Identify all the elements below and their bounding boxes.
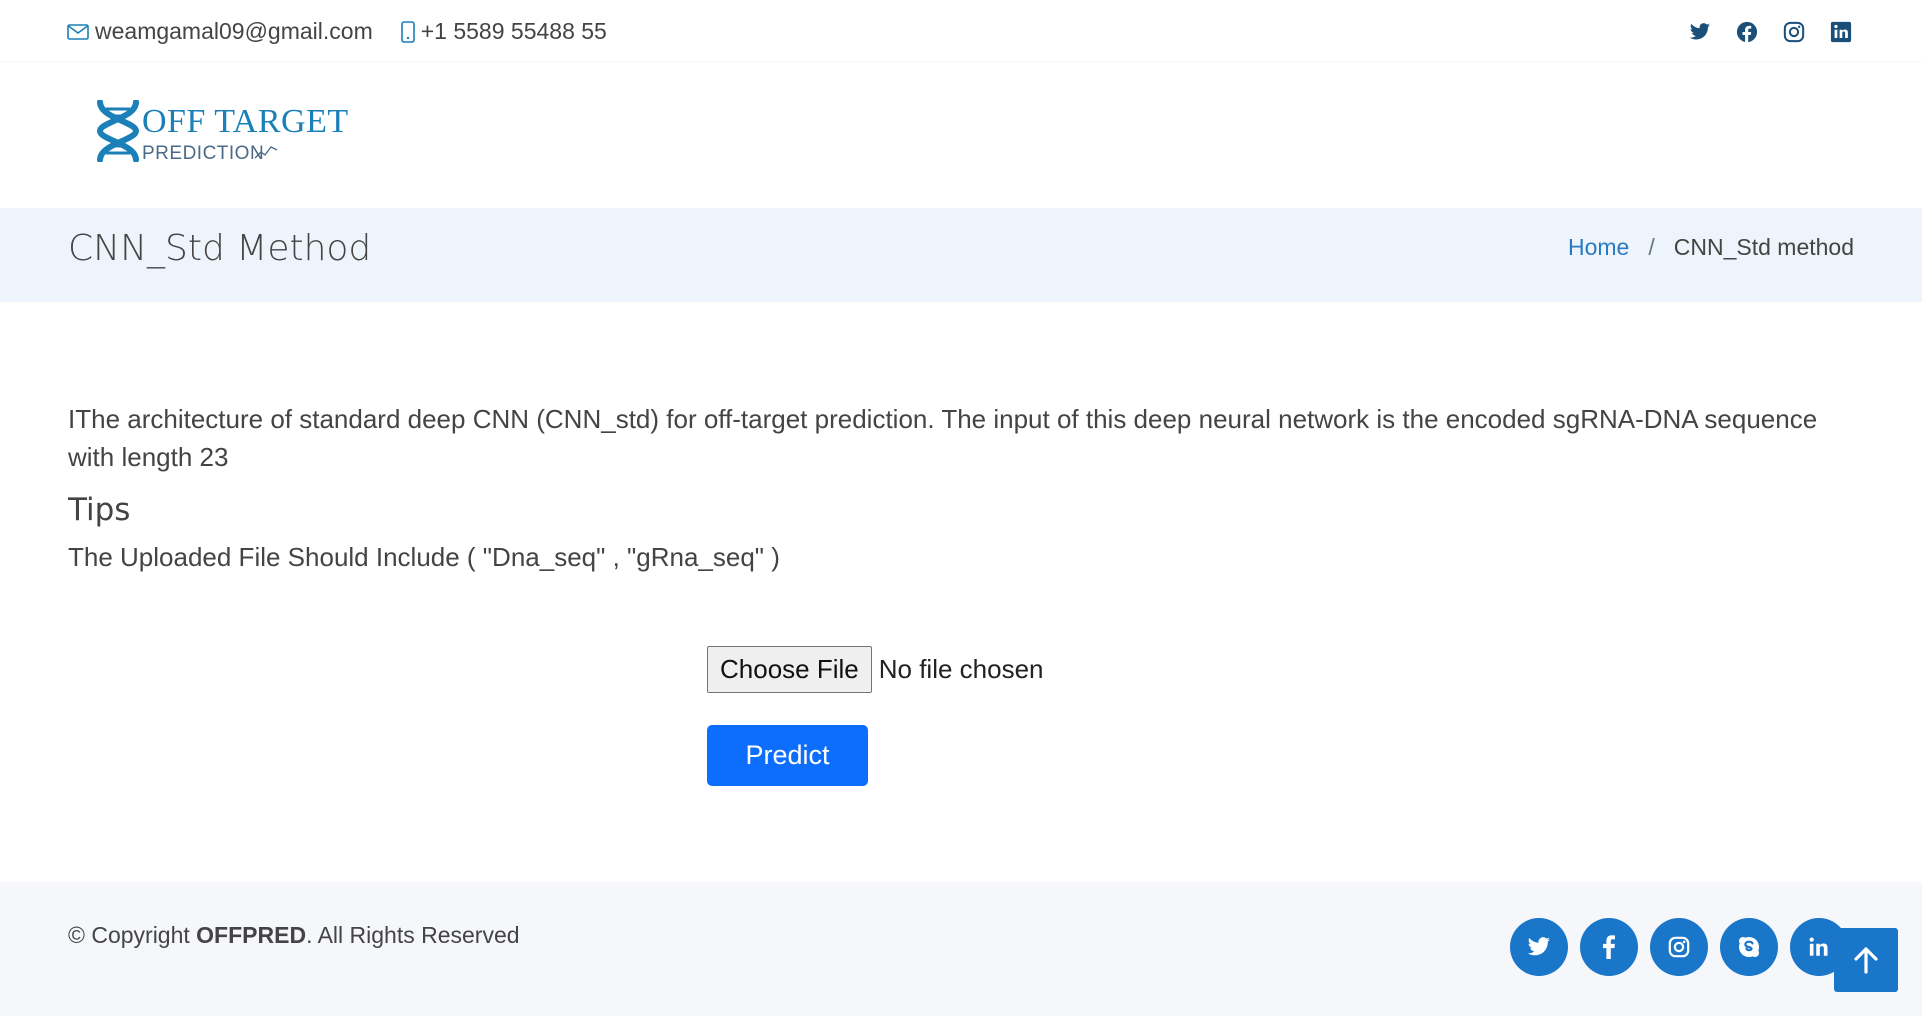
phone-icon	[400, 20, 415, 43]
phone-text[interactable]: +1 5589 55488 55	[421, 18, 607, 45]
email-text[interactable]: weamgamal09@gmail.com	[95, 18, 373, 45]
breadcrumb-band: CNN_Std Method Home / CNN_Std method	[0, 208, 1922, 302]
tips-text: The Uploaded File Should Include ( "Dna_…	[68, 542, 780, 572]
email-contact[interactable]: weamgamal09@gmail.com	[67, 18, 373, 45]
copyright-suffix: . All Rights Reserved	[306, 922, 520, 948]
file-status-text: No file chosen	[878, 654, 1044, 684]
site-logo[interactable]: OFF TARGET PREDICTION	[94, 98, 374, 178]
footer-social-links	[1510, 918, 1860, 976]
breadcrumb-separator: /	[1648, 234, 1655, 260]
twitter-icon[interactable]	[1687, 19, 1713, 45]
breadcrumb-home-link[interactable]: Home	[1568, 234, 1629, 261]
breadcrumb: Home / CNN_Std method	[1568, 234, 1854, 261]
dna-icon	[96, 100, 140, 162]
phone-contact[interactable]: +1 5589 55488 55	[400, 18, 607, 45]
breadcrumb-current: CNN_Std method	[1673, 234, 1854, 260]
instagram-icon[interactable]	[1650, 918, 1708, 976]
file-upload-input[interactable]: Choose File No file chosen	[707, 646, 1044, 693]
copyright-brand: OFFPRED	[196, 922, 307, 948]
contact-info: weamgamal09@gmail.com +1 5589 55488 55	[67, 18, 635, 45]
arrow-up-icon	[1854, 947, 1878, 974]
linkedin-icon[interactable]	[1828, 19, 1854, 45]
instagram-icon[interactable]	[1781, 19, 1807, 45]
site-footer: © Copyright OFFPRED. All Rights Reserved	[0, 882, 1922, 1016]
logo-subtitle: PREDICTION	[142, 143, 265, 164]
back-to-top-button[interactable]	[1834, 928, 1898, 992]
facebook-icon[interactable]	[1580, 918, 1638, 976]
facebook-icon[interactable]	[1734, 19, 1760, 45]
copyright: © Copyright OFFPRED. All Rights Reserved	[68, 922, 520, 949]
method-description: IThe architecture of standard deep CNN (…	[68, 404, 1818, 472]
main-content: IThe architecture of standard deep CNN (…	[68, 400, 1868, 573]
top-social-links	[1666, 19, 1854, 45]
top-bar: weamgamal09@gmail.com +1 5589 55488 55	[0, 0, 1922, 62]
logo-title: OFF TARGET	[142, 103, 349, 140]
skype-icon[interactable]	[1720, 918, 1778, 976]
choose-file-button[interactable]: Choose File	[707, 646, 872, 693]
copyright-prefix: © Copyright	[68, 922, 197, 948]
site-header: OFF TARGET PREDICTION	[0, 62, 1922, 208]
twitter-icon[interactable]	[1510, 918, 1568, 976]
tips-heading: Tips	[68, 492, 131, 528]
trend-line-icon	[254, 146, 278, 159]
page-title: CNN_Std Method	[68, 228, 372, 269]
predict-button[interactable]: Predict	[707, 725, 868, 786]
envelope-icon	[67, 23, 89, 40]
